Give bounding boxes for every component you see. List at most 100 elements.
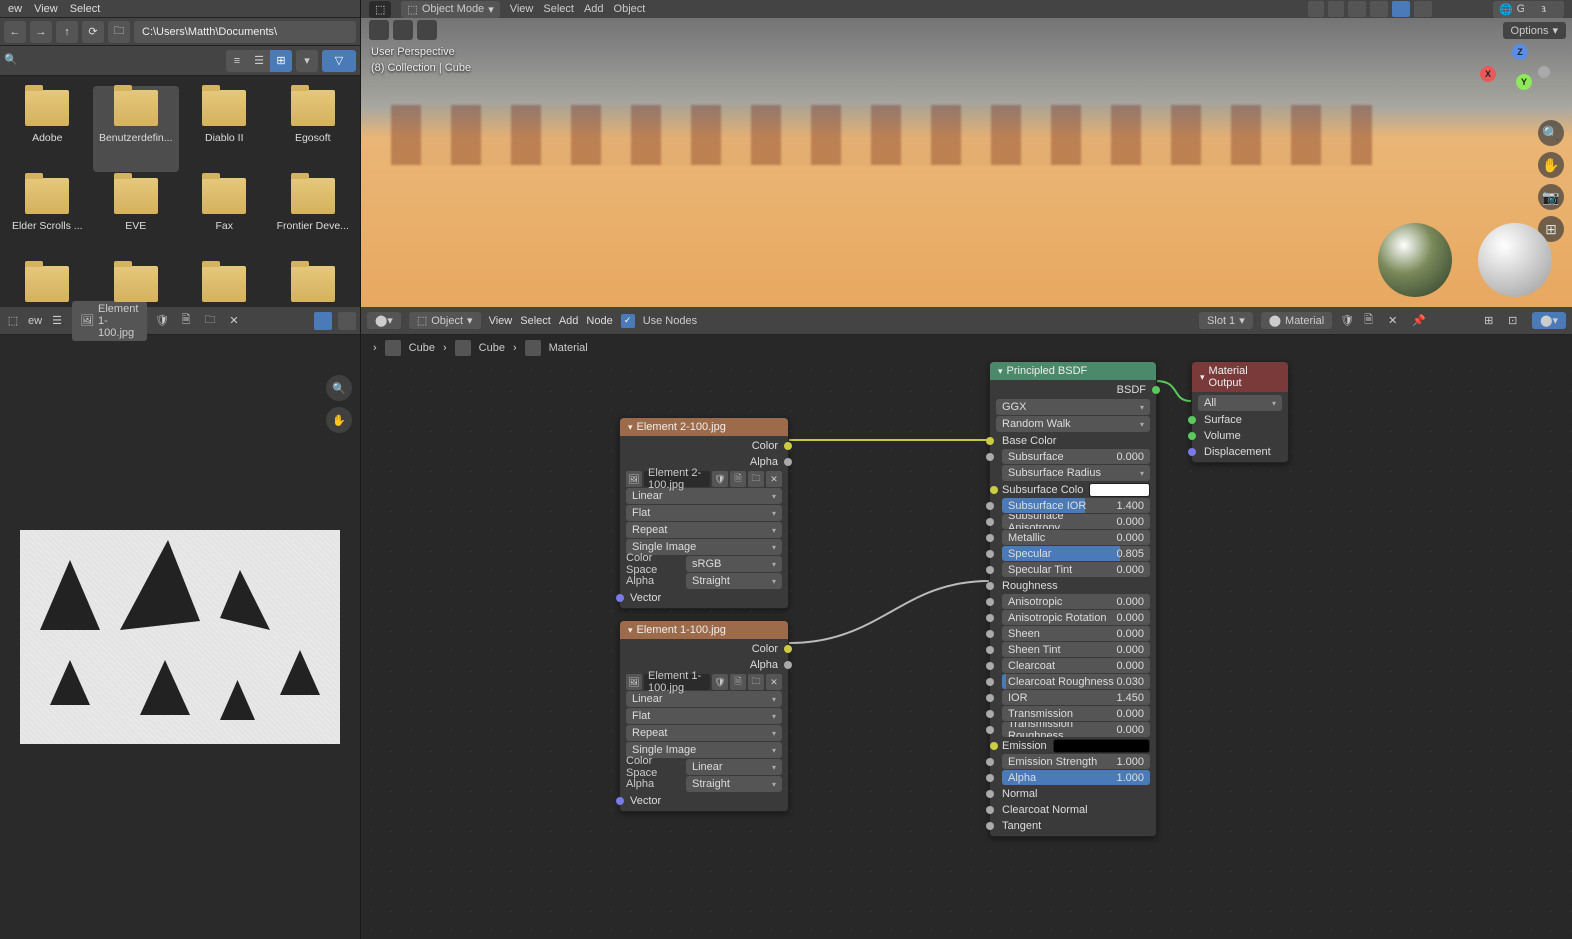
- fake-user-icon[interactable]: 🛡: [712, 471, 728, 487]
- projection-dropdown[interactable]: Flat: [626, 505, 782, 521]
- select-tool-icon[interactable]: [369, 20, 389, 40]
- input-tangent[interactable]: Tangent: [990, 818, 1156, 833]
- extension-dropdown[interactable]: Repeat: [626, 725, 782, 741]
- input-volume[interactable]: Volume: [1192, 428, 1288, 443]
- axis-y[interactable]: Y: [1516, 74, 1532, 90]
- copy-icon[interactable]: 🗎: [1364, 311, 1380, 330]
- move-tool-icon[interactable]: [417, 20, 437, 40]
- axis-x[interactable]: X: [1480, 66, 1496, 82]
- folder-item[interactable]: [270, 262, 357, 307]
- menu-view[interactable]: View: [489, 315, 513, 327]
- filter-button[interactable]: ▽: [322, 50, 356, 72]
- cursor-tool-icon[interactable]: [393, 20, 413, 40]
- editor-type-selector[interactable]: ⬚: [369, 1, 391, 18]
- shading-wireframe[interactable]: [1348, 1, 1366, 17]
- input-surface[interactable]: Surface: [1192, 412, 1288, 427]
- input-normal[interactable]: Normal: [990, 786, 1156, 801]
- pin-icon[interactable]: 📌: [1412, 314, 1428, 327]
- axis-z[interactable]: Z: [1512, 44, 1528, 60]
- slider-transmission[interactable]: Transmission0.000: [1002, 706, 1150, 721]
- fake-user-icon[interactable]: 🛡: [153, 312, 171, 330]
- folder-item[interactable]: Diablo II: [181, 86, 268, 172]
- slider-subsurface-ior[interactable]: Subsurface IOR1.400: [1002, 498, 1150, 513]
- slider-anisotropic[interactable]: Anisotropic0.000: [1002, 594, 1150, 609]
- fake-user-icon[interactable]: 🛡: [1340, 314, 1356, 327]
- node-title[interactable]: ▾Material Output: [1192, 362, 1288, 392]
- open-icon[interactable]: 🗀: [748, 674, 764, 690]
- folder-item[interactable]: [181, 262, 268, 307]
- folder-item[interactable]: Adobe: [4, 86, 91, 172]
- up-button[interactable]: ↑: [56, 21, 78, 43]
- open-icon[interactable]: 🗀: [748, 471, 764, 487]
- slider-subsurface-anisotropy[interactable]: Subsurface Anisotropy0.000: [1002, 514, 1150, 529]
- menu-item[interactable]: ew: [8, 3, 22, 15]
- pan-icon[interactable]: ✋: [326, 407, 352, 433]
- slider-sheen-tint[interactable]: Sheen Tint0.000: [1002, 642, 1150, 657]
- refresh-button[interactable]: ⟳: [82, 21, 104, 43]
- slider-specular[interactable]: Specular0.805: [1002, 546, 1150, 561]
- view-grid-button[interactable]: ⊞: [270, 50, 292, 72]
- material-output-node[interactable]: ▾Material Output All Surface Volume Disp…: [1191, 361, 1289, 463]
- menu-add[interactable]: Add: [559, 315, 579, 327]
- unlink-icon[interactable]: ✕: [225, 312, 243, 330]
- distribution-dropdown[interactable]: GGX: [996, 399, 1150, 415]
- display-channels-icon[interactable]: [314, 312, 332, 330]
- slot-selector[interactable]: Slot 1 ▾: [1199, 312, 1253, 329]
- input-subsurface-radius[interactable]: Subsurface Radius: [1002, 465, 1150, 481]
- projection-dropdown[interactable]: Flat: [626, 708, 782, 724]
- node-title[interactable]: ▾Element 1-100.jpg: [620, 621, 788, 639]
- breadcrumb-item[interactable]: Cube: [479, 342, 505, 354]
- input-vector[interactable]: Vector: [620, 793, 788, 809]
- menu-node[interactable]: Node: [586, 315, 612, 327]
- use-nodes-checkbox[interactable]: ✓: [621, 314, 635, 328]
- snap-button[interactable]: [1524, 1, 1542, 17]
- menu-add[interactable]: Add: [584, 3, 604, 15]
- output-bsdf[interactable]: BSDF: [990, 382, 1156, 398]
- 3d-viewport[interactable]: ⬚ ⬚ Object Mode ▾ View Select Add Object…: [361, 0, 1572, 307]
- input-vector[interactable]: Vector: [620, 590, 788, 606]
- output-alpha[interactable]: Alpha: [620, 657, 788, 673]
- nav-gizmo[interactable]: Z Y X: [1490, 44, 1550, 104]
- node-title[interactable]: ▾Element 2-100.jpg: [620, 418, 788, 436]
- sss-method-dropdown[interactable]: Random Walk: [996, 416, 1150, 432]
- view-list-button[interactable]: ≡: [226, 50, 248, 72]
- image-texture-node-1[interactable]: ▾Element 2-100.jpg Color Alpha 🖼 Element…: [619, 417, 789, 609]
- backdrop-icon[interactable]: ⬤▾: [1532, 312, 1566, 329]
- extension-dropdown[interactable]: Repeat: [626, 522, 782, 538]
- shading-solid[interactable]: [1370, 1, 1388, 17]
- alphamode-dropdown[interactable]: Straight: [686, 776, 782, 792]
- editor-type-icon[interactable]: ⬚: [4, 312, 22, 330]
- zoom-icon[interactable]: 🔍: [1538, 120, 1564, 146]
- menu-object[interactable]: Object: [614, 3, 646, 15]
- new-icon[interactable]: 🗎: [730, 471, 746, 487]
- colorspace-dropdown[interactable]: sRGB: [686, 556, 782, 572]
- slider-ior[interactable]: IOR1.450: [1002, 690, 1150, 705]
- alphamode-dropdown[interactable]: Straight: [686, 573, 782, 589]
- material-selector[interactable]: ⬤ Material: [1261, 312, 1332, 329]
- slider-transmission-roughness[interactable]: Transmission Roughness0.000: [1002, 722, 1150, 737]
- slider-clearcoat-roughness[interactable]: Clearcoat Roughness0.030: [1002, 674, 1150, 689]
- menu-view[interactable]: ew: [28, 315, 42, 327]
- forward-button[interactable]: →: [30, 21, 52, 43]
- shading-material[interactable]: [1392, 1, 1410, 17]
- menu-view[interactable]: View: [510, 3, 534, 15]
- image-file-field[interactable]: 🖼 Element 2-100.jpg 🛡 🗎 🗀 ✕: [626, 471, 782, 487]
- output-color[interactable]: Color: [620, 438, 788, 454]
- folder-item[interactable]: Frontier Deve...: [270, 174, 357, 260]
- slider-anisotropic-rotation[interactable]: Anisotropic Rotation0.000: [1002, 610, 1150, 625]
- editor-type-selector[interactable]: ⬤▾: [367, 312, 401, 329]
- folder-item[interactable]: EVE: [93, 174, 180, 260]
- menu-select[interactable]: Select: [520, 315, 551, 327]
- slider-sheen[interactable]: Sheen0.000: [1002, 626, 1150, 641]
- image-file-field[interactable]: 🖼 Element 1-100.jpg 🛡 🗎 🗀 ✕: [626, 674, 782, 690]
- overlay-toggle[interactable]: [1308, 1, 1324, 17]
- new-icon[interactable]: 🗎: [730, 674, 746, 690]
- unlink-icon[interactable]: ✕: [766, 674, 782, 690]
- input-roughness[interactable]: Roughness: [990, 578, 1156, 593]
- zoom-icon[interactable]: 🔍: [326, 375, 352, 401]
- unlink-icon[interactable]: ✕: [1388, 314, 1404, 327]
- proportional-button[interactable]: [1546, 1, 1564, 17]
- shading-rendered[interactable]: [1414, 1, 1432, 17]
- path-input[interactable]: C:\Users\Matth\Documents\: [134, 21, 356, 43]
- slider-clearcoat[interactable]: Clearcoat0.000: [1002, 658, 1150, 673]
